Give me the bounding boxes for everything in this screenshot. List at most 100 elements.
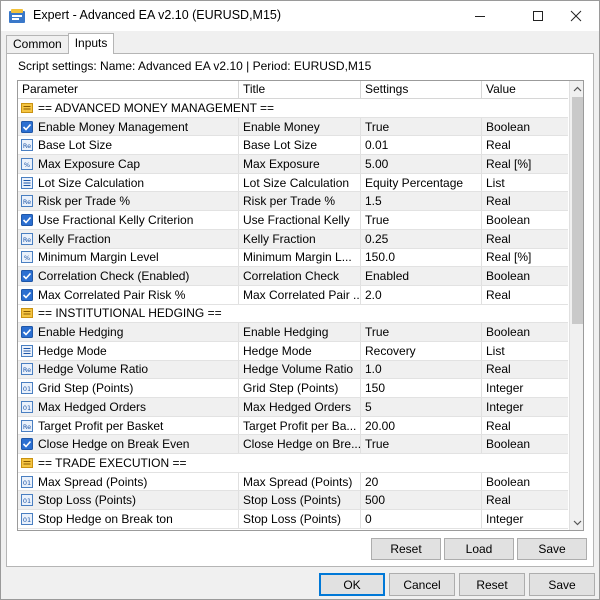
title-cell: Hedge Mode [239,341,361,360]
parameter-label: Kelly Fraction [38,231,111,246]
table-row[interactable]: Use Fractional Kelly Criterion Use Fracti… [18,211,568,230]
parameter-cell[interactable]: 01 Max Hedged Orders [18,398,239,416]
panel-load-button[interactable]: Load [444,538,514,560]
settings-cell[interactable]: True [361,323,482,341]
settings-cell[interactable]: True [361,117,482,136]
parameter-cell[interactable]: 01 Max Spread (Points) [18,472,239,491]
column-header-value[interactable]: Value [482,81,568,99]
table-row[interactable]: % Max Exposure Cap Max Exposure 5.00 Real [%… [18,155,568,174]
panel-save-button[interactable]: Save [517,538,587,560]
title-cell: Base Lot Size [239,136,361,155]
column-header-settings[interactable]: Settings [361,81,482,99]
table-row[interactable]: 01 Max Spread (Points) Max Spread (Points)… [18,472,568,492]
checkbox-icon [21,288,33,301]
title-cell: Lot Size Calculation [239,173,361,192]
grid-vertical-scrollbar[interactable] [569,81,583,530]
parameter-cell[interactable]: Re Risk per Trade % [18,192,239,211]
table-row[interactable]: 01 Stop Loss (Points) Stop Loss (Points) 50… [18,491,568,511]
title-cell: Close Hedge on Bre... [239,435,361,454]
ok-button[interactable]: OK [319,573,385,596]
parameter-cell[interactable]: Re Kelly Fraction [18,229,239,248]
table-row[interactable]: Re Kelly Fraction Kelly Fraction 0.25 Real [18,229,568,249]
table-row[interactable]: % Minimum Margin Level Minimum Margin L...… [18,248,568,268]
tab-inputs[interactable]: Inputs [67,33,115,54]
parameter-cell[interactable]: == TRADE EXECUTION == [18,454,568,472]
settings-cell[interactable]: 150 [361,379,482,397]
column-header-parameter[interactable]: Parameter [18,81,239,99]
close-button[interactable] [553,1,599,31]
scroll-up-arrow[interactable] [570,81,583,96]
settings-cell[interactable]: 1.5 [361,192,482,211]
parameter-cell[interactable]: 01 Stop Hedge on Break ton [18,510,239,528]
parameter-cell[interactable]: Use Fractional Kelly Criterion [18,211,239,229]
table-row[interactable]: Re Base Lot Size Base Lot Size 0.01 Real [18,136,568,156]
parameter-cell[interactable]: Enable Money Management [18,117,239,136]
parameter-cell[interactable]: Re Hedge Volume Ratio [18,360,239,379]
settings-cell[interactable]: 20 [361,472,482,491]
parameter-cell[interactable]: 01 Stop Loss (Points) [18,491,239,510]
integer-icon: 01 [21,475,33,488]
parameter-cell[interactable]: Re Target Profit per Basket [18,416,239,435]
table-row[interactable]: 01 Grid Step (Points) Grid Step (Points) 15… [18,379,568,398]
parameter-cell[interactable]: Correlation Check (Enabled) [18,267,239,285]
settings-cell[interactable]: Enabled [361,267,482,285]
table-row[interactable]: Re Risk per Trade % Risk per Trade % 1.5 Rea… [18,192,568,212]
scroll-down-arrow[interactable] [570,515,583,530]
table-row[interactable]: Re Target Profit per Basket Target Profit … [18,416,568,436]
minimize-button[interactable] [457,1,503,31]
cancel-button[interactable]: Cancel [389,573,455,596]
table-row[interactable]: Enable Hedging Enable Hedging True Boolean [18,323,568,342]
parameter-cell[interactable]: Lot Size Calculation [18,173,239,192]
settings-cell[interactable]: 5 [361,398,482,416]
section-row[interactable]: == TRADE EXECUTION == [18,454,568,473]
parameter-label: Lot Size Calculation [38,175,145,190]
value-type-cell: Integer [486,399,524,414]
scroll-thumb[interactable] [572,97,583,324]
section-row[interactable]: == ADVANCED MONEY MANAGEMENT == [18,99,568,118]
panel-reset-button[interactable]: Reset [371,538,441,560]
parameter-cell[interactable]: == ADVANCED MONEY MANAGEMENT == [18,99,568,117]
value-type-cell: Boolean [486,269,531,284]
title-cell: Stop Loss (Points) [239,491,361,510]
column-header-title[interactable]: Title [239,81,361,99]
parameter-label: Max Spread (Points) [38,474,148,489]
reset-button[interactable]: Reset [459,573,525,596]
settings-cell[interactable]: Equity Percentage [361,173,482,192]
save-button[interactable]: Save [529,573,595,596]
settings-cell[interactable]: 2.0 [361,285,482,304]
value-type-cell: Real [%] [486,250,532,265]
settings-cell[interactable]: 0.01 [361,136,482,155]
tab-common[interactable]: Common [6,35,69,54]
value-type-cell: Real [%] [486,156,532,171]
parameter-cell[interactable]: 01 Grid Step (Points) [18,379,239,397]
table-row[interactable]: Hedge Mode Hedge Mode Recovery List [18,341,568,361]
table-row[interactable]: Max Correlated Pair Risk % Max Correlated… [18,285,568,305]
parameter-cell[interactable]: % Max Exposure Cap [18,155,239,173]
parameter-cell[interactable]: % Minimum Margin Level [18,248,239,267]
table-row[interactable]: Re Hedge Volume Ratio Hedge Volume Ratio 1.… [18,360,568,380]
settings-cell[interactable]: 20.00 [361,416,482,435]
table-row[interactable]: Lot Size Calculation Lot Size Calculation… [18,173,568,193]
table-row[interactable]: Correlation Check (Enabled) Correlation C… [18,267,568,286]
parameter-cell[interactable]: Enable Hedging [18,323,239,341]
settings-cell[interactable]: 1.0 [361,360,482,379]
settings-cell[interactable]: True [361,435,482,454]
checkbox-icon [21,120,33,133]
parameter-cell[interactable]: Close Hedge on Break Even [18,435,239,454]
table-row[interactable]: Enable Money Management Enable Money True B… [18,117,568,137]
table-row[interactable]: 01 Stop Hedge on Break ton Stop Loss (Poin… [18,510,568,529]
settings-cell[interactable]: Recovery [361,341,482,360]
table-row[interactable]: 01 Max Hedged Orders Max Hedged Orders 5 Int… [18,398,568,417]
parameter-cell[interactable]: Hedge Mode [18,341,239,360]
parameter-cell[interactable]: Max Correlated Pair Risk % [18,285,239,304]
settings-cell[interactable]: 0 [361,510,482,528]
section-row[interactable]: == INSTITUTIONAL HEDGING == [18,304,568,324]
parameter-cell[interactable]: == INSTITUTIONAL HEDGING == [18,305,568,323]
parameter-cell[interactable]: Re Base Lot Size [18,136,239,155]
settings-cell[interactable]: 0.25 [361,229,482,248]
settings-cell[interactable]: True [361,211,482,229]
table-row[interactable]: Close Hedge on Break Even Close Hedge on … [18,435,568,455]
settings-cell[interactable]: 150.0 [361,248,482,267]
settings-cell[interactable]: 5.00 [361,155,482,173]
settings-cell[interactable]: 500 [361,491,482,510]
